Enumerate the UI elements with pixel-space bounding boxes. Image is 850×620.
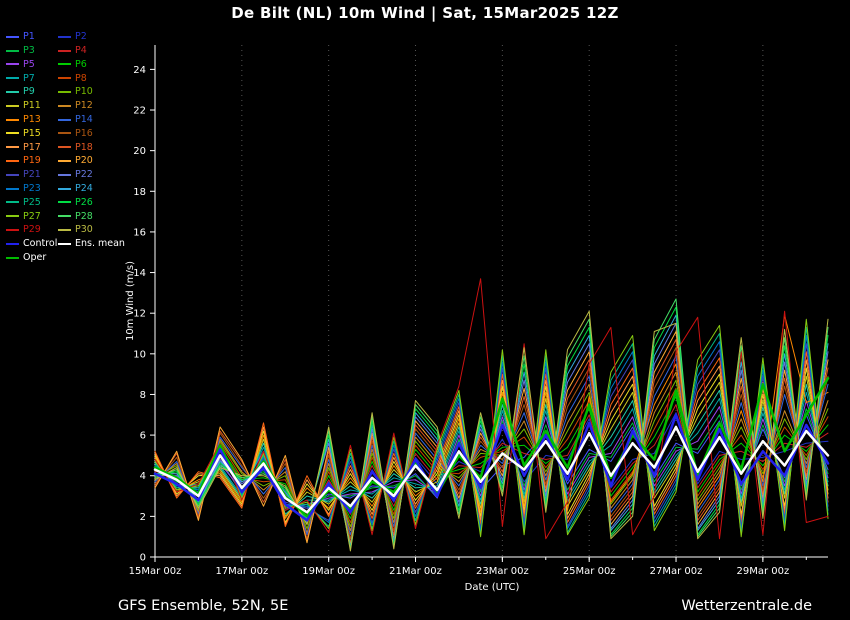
footer-model-label: GFS Ensemble, 52N, 5E <box>118 598 288 614</box>
x-tick-label: 19Mar 00z <box>302 566 355 577</box>
y-tick-label: 10 <box>133 349 146 360</box>
y-tick-label: 16 <box>133 227 146 238</box>
y-tick-label: 20 <box>133 146 146 157</box>
y-tick-label: 4 <box>140 471 146 482</box>
y-axis-title: 10m Wind (m/s) <box>125 261 136 341</box>
y-tick-label: 6 <box>140 431 146 442</box>
x-tick-label: 21Mar 00z <box>389 566 442 577</box>
x-tick-label: 27Mar 00z <box>650 566 703 577</box>
y-tick-label: 0 <box>140 553 146 564</box>
x-tick-label: 15Mar 00z <box>129 566 182 577</box>
y-tick-label: 2 <box>140 512 146 523</box>
x-tick-label: 17Mar 00z <box>215 566 268 577</box>
y-tick-label: 22 <box>133 106 146 117</box>
wind-ensemble-chart: 15Mar 00z 17Mar 00z 19Mar 00z 21Mar 00z 23Ma… <box>0 0 850 620</box>
x-tick-label: 29Mar 00z <box>736 566 789 577</box>
y-tick-label: 8 <box>140 390 146 401</box>
x-tick-label: 25Mar 00z <box>563 566 616 577</box>
x-tick-label: 23Mar 00z <box>476 566 529 577</box>
footer-site-label: Wetterzentrale.de <box>681 598 812 614</box>
plot-area: 15Mar 00z 17Mar 00z 19Mar 00z 21Mar 00z 23Ma… <box>129 45 828 577</box>
y-tick-label: 24 <box>133 65 146 76</box>
y-tick-label: 18 <box>133 187 146 198</box>
x-axis-title: Date (UTC) <box>465 582 520 593</box>
